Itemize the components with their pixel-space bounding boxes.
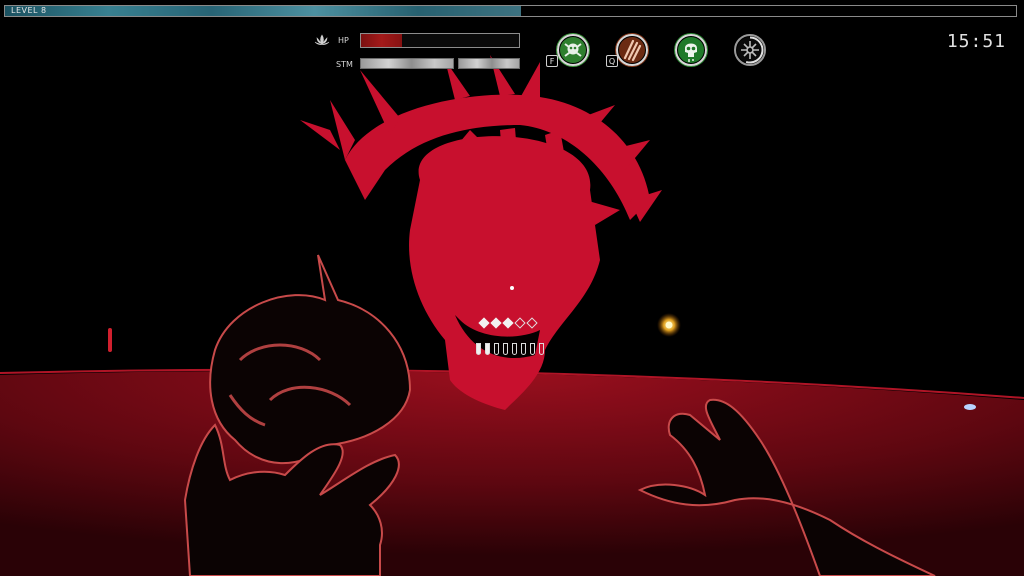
fang-pip [485,343,490,355]
crosshair [510,286,514,290]
level-progress-bar: LEVEL 8 [4,5,1017,17]
poison-skull-icon [678,37,704,63]
ability-key-q: Q [606,55,618,67]
claw-strike-ability[interactable] [616,34,648,66]
left-hand-with-relic [183,254,412,576]
fang-pip [521,343,526,355]
hp-label: HP [338,36,349,45]
hp-bar-fill [361,34,403,47]
fang-pip [476,343,481,355]
chaos-sigil-ability[interactable] [734,34,766,66]
stamina-segment [458,58,520,69]
stamina-label: STM [336,60,353,69]
fang-pip [494,343,499,355]
chaos-sigil-icon [737,36,764,64]
game-viewport[interactable]: LEVEL 8 15:51 HP STM F Q [0,0,1024,576]
fang-pip [530,343,535,355]
skull-crossbones-ability[interactable] [557,34,589,66]
distant-red-marker [108,328,112,352]
hp-bar [360,33,520,48]
poison-skull-ability[interactable] [675,34,707,66]
fang-pip [512,343,517,355]
distant-blue-light [964,404,976,410]
stamina-segment [360,58,454,69]
fang-pip [503,343,508,355]
timer: 15:51 [946,31,1006,52]
skull-crossbones-icon [560,37,586,63]
level-progress-fill [5,6,521,16]
level-label: LEVEL 8 [11,6,47,15]
claw-slash-icon [619,37,645,63]
fang-pip [539,343,544,355]
ability-key-f: F [546,55,558,67]
lotus-icon [314,34,330,45]
